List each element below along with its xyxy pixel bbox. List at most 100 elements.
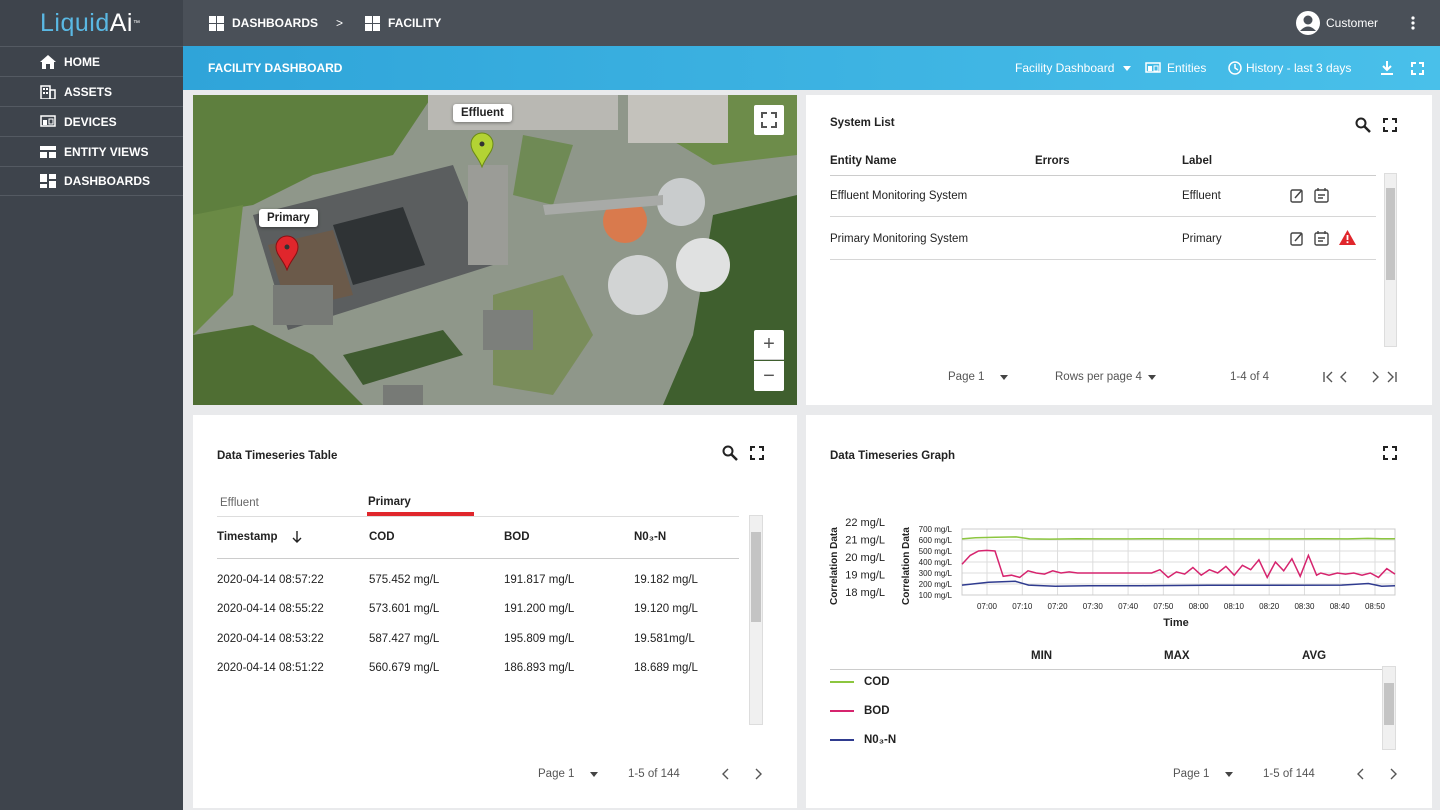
entities-button[interactable]: Entities [1145,46,1206,90]
zoom-in-button[interactable]: + [754,330,784,360]
breadcrumb-facility[interactable]: FACILITY [365,15,441,31]
timeseries-chart[interactable]: Correlation Data Correlation Data 22 mg/… [806,505,1432,635]
dashboard-selector[interactable]: Facility Dashboard [1015,46,1132,90]
prev-page-icon[interactable] [1357,767,1365,785]
search-icon[interactable] [722,445,738,466]
legend-item-cod[interactable]: COD [830,676,890,688]
legend-item-no3n[interactable]: N0₃-N [830,734,896,746]
page-select[interactable]: Page 1 [948,371,1009,383]
cell-entity-name: Primary Monitoring System [830,233,969,245]
legend-label: N0₃-N [864,734,897,746]
page-select[interactable]: Page 1 [1173,768,1234,780]
scrollbar[interactable] [1382,666,1396,750]
calendar-icon[interactable] [1314,187,1329,208]
breadcrumb-dashboards[interactable]: DASHBOARDS [209,15,318,31]
edit-icon[interactable] [1290,188,1304,208]
y-tick-right: 300 mg/L [919,569,953,578]
page-select-label: Page 1 [948,371,985,383]
rows-per-page-select[interactable]: Rows per page 4 [1055,371,1156,383]
sidebar-item-devices[interactable]: DEVICES [0,106,183,136]
fullscreen-icon[interactable] [1383,118,1397,137]
user-menu[interactable]: Customer [1295,10,1378,36]
devices-icon [1145,61,1161,73]
y-tick-left: 19 mg/L [845,570,885,582]
entity-views-icon [40,145,56,159]
fullscreen-icon[interactable] [1383,446,1397,465]
sidebar-item-assets[interactable]: ASSETS [0,76,183,106]
logo-ai: Ai [109,8,133,37]
cell-no3n: 19.581mg/L [634,633,695,645]
map-marker-label-effluent: Effluent [453,104,512,122]
prev-page-icon[interactable] [722,767,730,785]
column-header-label: Timestamp [217,531,278,543]
sidebar-item-entity-views[interactable]: ENTITY VIEWS [0,136,183,166]
legend-item-bod[interactable]: BOD [830,705,890,717]
zoom-out-button[interactable]: − [754,361,784,391]
calendar-icon[interactable] [1314,230,1329,251]
cell-label: Effluent [1182,190,1221,202]
x-tick: 07:40 [1118,602,1139,611]
logo-tm: ™ [132,19,141,27]
system-list-panel: System List Entity Name Errors Label Eff… [806,95,1432,405]
download-icon[interactable] [1381,46,1393,90]
tab-effluent[interactable]: Effluent [220,497,259,509]
more-vert-icon[interactable] [1408,15,1418,31]
cell-no3n: 19.182 mg/L [634,574,698,586]
tab-primary[interactable]: Primary [368,496,411,508]
x-tick: 07:30 [1083,602,1104,611]
edit-icon[interactable] [1290,231,1304,251]
y-tick-left: 18 mg/L [845,587,885,599]
y-tick-left: 21 mg/L [845,535,885,547]
page-select[interactable]: Page 1 [538,768,599,780]
page-select-label: Page 1 [1173,768,1210,780]
home-icon [40,54,56,69]
scrollbar[interactable] [1384,173,1397,347]
fullscreen-icon[interactable] [750,446,764,465]
column-header-cod[interactable]: COD [369,531,395,543]
divider [830,175,1376,176]
cell-bod: 191.200 mg/L [504,603,575,615]
map-panel[interactable]: Effluent Primary + − [193,95,797,405]
x-tick: 07:50 [1153,602,1174,611]
column-header-entity-name[interactable]: Entity Name [830,155,896,167]
sidebar-item-label: DASHBOARDS [64,174,151,188]
map-marker-label-primary: Primary [259,209,318,227]
search-icon[interactable] [1355,117,1371,138]
column-header-timestamp[interactable]: Timestamp [217,531,302,543]
sidebar-item-dashboards[interactable]: DASHBOARDS [0,166,183,196]
sort-arrow-down-icon [292,531,302,543]
next-page-icon[interactable] [754,767,762,785]
pagination-range: 1-4 of 4 [1230,371,1269,383]
next-page-icon[interactable] [1389,767,1397,785]
history-button[interactable]: History - last 3 days [1228,46,1351,90]
next-page-icon[interactable] [1371,370,1379,388]
cell-no3n: 19.120 mg/L [634,603,698,615]
first-page-icon[interactable] [1323,370,1333,388]
logo-liquid: Liquid [40,8,110,37]
legend-label: BOD [864,705,890,717]
map-marker-primary-icon[interactable] [275,235,299,271]
x-tick: 08:40 [1330,602,1351,611]
y-tick-right: 500 mg/L [919,547,953,556]
column-header-errors[interactable]: Errors [1035,155,1070,167]
last-page-icon[interactable] [1387,370,1397,388]
app-logo[interactable]: Liquid Ai ™ [0,0,183,46]
fullscreen-icon[interactable] [1411,46,1424,90]
column-header-bod[interactable]: BOD [504,531,530,543]
cell-bod: 195.809 mg/L [504,633,575,645]
y-axis-label-left: Correlation Data [829,527,840,605]
legend-swatch [830,710,854,712]
clock-icon [1228,61,1242,75]
map-marker-effluent-icon[interactable] [470,132,494,168]
prev-page-icon[interactable] [1340,370,1348,388]
y-tick-left: 22 mg/L [845,517,885,529]
column-header-label[interactable]: Label [1182,155,1212,167]
timeseries-graph-panel: Data Timeseries Graph Correlation Data C… [806,415,1432,808]
sidebar-item-home[interactable]: HOME [0,46,183,76]
breadcrumb-separator: > [336,16,344,30]
column-header-no3n[interactable]: N0₃-N [634,531,666,543]
panel-title: System List [830,117,895,129]
map-fullscreen-icon[interactable] [754,105,784,135]
scrollbar[interactable] [749,515,763,725]
warning-icon[interactable] [1339,230,1356,250]
